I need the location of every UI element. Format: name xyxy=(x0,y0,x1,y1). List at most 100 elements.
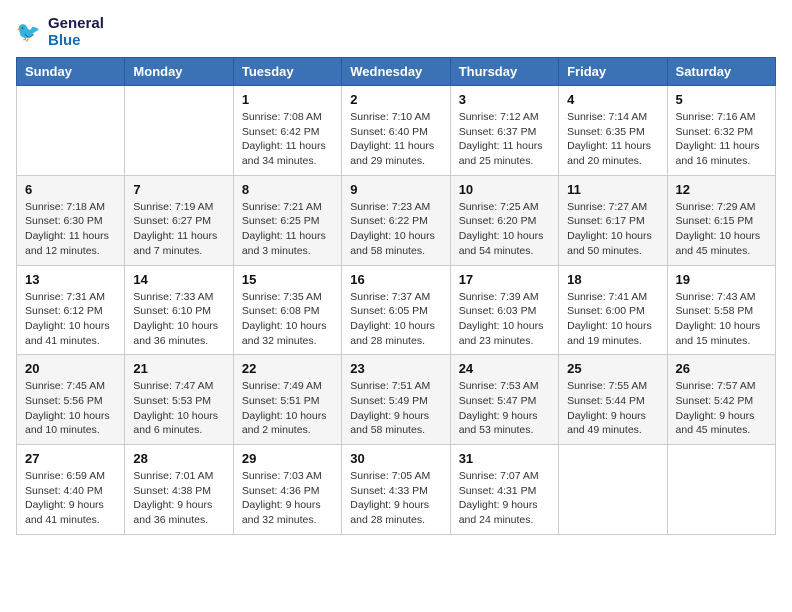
sunset-text: Sunset: 6:03 PM xyxy=(459,304,550,319)
day-number: 13 xyxy=(25,272,116,287)
calendar-cell: 12Sunrise: 7:29 AMSunset: 6:15 PMDayligh… xyxy=(667,175,775,265)
calendar-cell xyxy=(125,86,233,176)
daylight-text: Daylight: 10 hours and 28 minutes. xyxy=(350,319,441,348)
calendar-week-row: 13 Sunrise: 7:31 AMSunset: 6:12 PMDayligh… xyxy=(17,265,776,355)
sunrise-text: Sunrise: 7:49 AM xyxy=(242,379,333,394)
calendar-cell: 21Sunrise: 7:47 AMSunset: 5:53 PMDayligh… xyxy=(125,355,233,445)
daylight-text: Daylight: 11 hours and 25 minutes. xyxy=(459,139,550,168)
calendar-cell: 11 Sunrise: 7:27 AMSunset: 6:17 PMDayligh… xyxy=(559,175,667,265)
day-number: 14 xyxy=(133,272,224,287)
daylight-text: Daylight: 10 hours and 10 minutes. xyxy=(25,409,116,438)
day-info: Sunrise: 7:53 AMSunset: 5:47 PMDaylight:… xyxy=(459,379,550,438)
day-info: Sunrise: 7:57 AMSunset: 5:42 PMDaylight:… xyxy=(676,379,767,438)
day-info: Sunrise: 7:55 AMSunset: 5:44 PMDaylight:… xyxy=(567,379,658,438)
day-info: Sunrise: 7:16 AMSunset: 6:32 PMDaylight:… xyxy=(676,110,767,169)
daylight-text: Daylight: 10 hours and 50 minutes. xyxy=(567,229,658,258)
day-info: Sunrise: 7:31 AMSunset: 6:12 PMDaylight:… xyxy=(25,290,116,349)
sunset-text: Sunset: 5:58 PM xyxy=(676,304,767,319)
day-info: Sunrise: 7:27 AMSunset: 6:17 PMDaylight:… xyxy=(567,200,658,259)
daylight-text: Daylight: 9 hours and 28 minutes. xyxy=(350,498,441,527)
sunrise-text: Sunrise: 7:57 AM xyxy=(676,379,767,394)
day-number: 6 xyxy=(25,182,116,197)
sunset-text: Sunset: 6:30 PM xyxy=(25,214,116,229)
calendar-week-row: 1Sunrise: 7:08 AMSunset: 6:42 PMDaylight… xyxy=(17,86,776,176)
day-number: 11 xyxy=(567,182,658,197)
logo: 🐦 General Blue xyxy=(16,16,104,49)
sunset-text: Sunset: 6:27 PM xyxy=(133,214,224,229)
sunrise-text: Sunrise: 7:55 AM xyxy=(567,379,658,394)
calendar-cell xyxy=(17,86,125,176)
daylight-text: Daylight: 9 hours and 53 minutes. xyxy=(459,409,550,438)
day-number: 26 xyxy=(676,361,767,376)
daylight-text: Daylight: 9 hours and 32 minutes. xyxy=(242,498,333,527)
sunrise-text: Sunrise: 7:12 AM xyxy=(459,110,550,125)
sunset-text: Sunset: 6:05 PM xyxy=(350,304,441,319)
sunset-text: Sunset: 4:31 PM xyxy=(459,484,550,499)
weekday-header-saturday: Saturday xyxy=(667,58,775,86)
calendar-cell: 31Sunrise: 7:07 AMSunset: 4:31 PMDayligh… xyxy=(450,445,558,535)
day-number: 30 xyxy=(350,451,441,466)
day-number: 2 xyxy=(350,92,441,107)
weekday-header-monday: Monday xyxy=(125,58,233,86)
day-number: 29 xyxy=(242,451,333,466)
day-info: Sunrise: 7:49 AMSunset: 5:51 PMDaylight:… xyxy=(242,379,333,438)
day-info: Sunrise: 6:59 AMSunset: 4:40 PMDaylight:… xyxy=(25,469,116,528)
calendar-cell: 3Sunrise: 7:12 AMSunset: 6:37 PMDaylight… xyxy=(450,86,558,176)
sunset-text: Sunset: 6:22 PM xyxy=(350,214,441,229)
sunrise-text: Sunrise: 7:16 AM xyxy=(676,110,767,125)
sunset-text: Sunset: 5:42 PM xyxy=(676,394,767,409)
calendar-cell: 22Sunrise: 7:49 AMSunset: 5:51 PMDayligh… xyxy=(233,355,341,445)
sunrise-text: Sunrise: 7:08 AM xyxy=(242,110,333,125)
svg-text:🐦: 🐦 xyxy=(16,21,40,43)
sunset-text: Sunset: 4:40 PM xyxy=(25,484,116,499)
sunset-text: Sunset: 6:40 PM xyxy=(350,125,441,140)
day-number: 10 xyxy=(459,182,550,197)
calendar-cell: 17Sunrise: 7:39 AMSunset: 6:03 PMDayligh… xyxy=(450,265,558,355)
daylight-text: Daylight: 10 hours and 32 minutes. xyxy=(242,319,333,348)
sunrise-text: Sunrise: 6:59 AM xyxy=(25,469,116,484)
sunset-text: Sunset: 6:10 PM xyxy=(133,304,224,319)
sunrise-text: Sunrise: 7:47 AM xyxy=(133,379,224,394)
calendar-cell: 18Sunrise: 7:41 AMSunset: 6:00 PMDayligh… xyxy=(559,265,667,355)
calendar-cell: 25Sunrise: 7:55 AMSunset: 5:44 PMDayligh… xyxy=(559,355,667,445)
sunrise-text: Sunrise: 7:19 AM xyxy=(133,200,224,215)
daylight-text: Daylight: 11 hours and 16 minutes. xyxy=(676,139,767,168)
sunset-text: Sunset: 6:25 PM xyxy=(242,214,333,229)
calendar-cell: 14Sunrise: 7:33 AMSunset: 6:10 PMDayligh… xyxy=(125,265,233,355)
calendar-cell: 7Sunrise: 7:19 AMSunset: 6:27 PMDaylight… xyxy=(125,175,233,265)
sunrise-text: Sunrise: 7:53 AM xyxy=(459,379,550,394)
daylight-text: Daylight: 10 hours and 15 minutes. xyxy=(676,319,767,348)
day-number: 8 xyxy=(242,182,333,197)
sunset-text: Sunset: 5:47 PM xyxy=(459,394,550,409)
sunset-text: Sunset: 5:51 PM xyxy=(242,394,333,409)
calendar-cell: 9Sunrise: 7:23 AMSunset: 6:22 PMDaylight… xyxy=(342,175,450,265)
calendar-table: SundayMondayTuesdayWednesdayThursdayFrid… xyxy=(16,57,776,535)
logo-icon: 🐦 xyxy=(16,19,44,47)
sunset-text: Sunset: 4:33 PM xyxy=(350,484,441,499)
daylight-text: Daylight: 10 hours and 45 minutes. xyxy=(676,229,767,258)
weekday-header-friday: Friday xyxy=(559,58,667,86)
sunrise-text: Sunrise: 7:25 AM xyxy=(459,200,550,215)
daylight-text: Daylight: 11 hours and 12 minutes. xyxy=(25,229,116,258)
day-info: Sunrise: 7:43 AMSunset: 5:58 PMDaylight:… xyxy=(676,290,767,349)
calendar-cell: 28Sunrise: 7:01 AMSunset: 4:38 PMDayligh… xyxy=(125,445,233,535)
day-number: 23 xyxy=(350,361,441,376)
sunset-text: Sunset: 4:38 PM xyxy=(133,484,224,499)
daylight-text: Daylight: 9 hours and 24 minutes. xyxy=(459,498,550,527)
logo-text: General Blue xyxy=(48,16,104,49)
daylight-text: Daylight: 10 hours and 36 minutes. xyxy=(133,319,224,348)
sunrise-text: Sunrise: 7:27 AM xyxy=(567,200,658,215)
sunset-text: Sunset: 6:12 PM xyxy=(25,304,116,319)
day-info: Sunrise: 7:19 AMSunset: 6:27 PMDaylight:… xyxy=(133,200,224,259)
day-info: Sunrise: 7:18 AMSunset: 6:30 PMDaylight:… xyxy=(25,200,116,259)
sunset-text: Sunset: 6:17 PM xyxy=(567,214,658,229)
day-number: 9 xyxy=(350,182,441,197)
sunset-text: Sunset: 6:00 PM xyxy=(567,304,658,319)
daylight-text: Daylight: 11 hours and 7 minutes. xyxy=(133,229,224,258)
calendar-cell: 1Sunrise: 7:08 AMSunset: 6:42 PMDaylight… xyxy=(233,86,341,176)
calendar-cell: 29Sunrise: 7:03 AMSunset: 4:36 PMDayligh… xyxy=(233,445,341,535)
sunset-text: Sunset: 5:44 PM xyxy=(567,394,658,409)
sunset-text: Sunset: 5:53 PM xyxy=(133,394,224,409)
sunset-text: Sunset: 6:08 PM xyxy=(242,304,333,319)
day-number: 17 xyxy=(459,272,550,287)
